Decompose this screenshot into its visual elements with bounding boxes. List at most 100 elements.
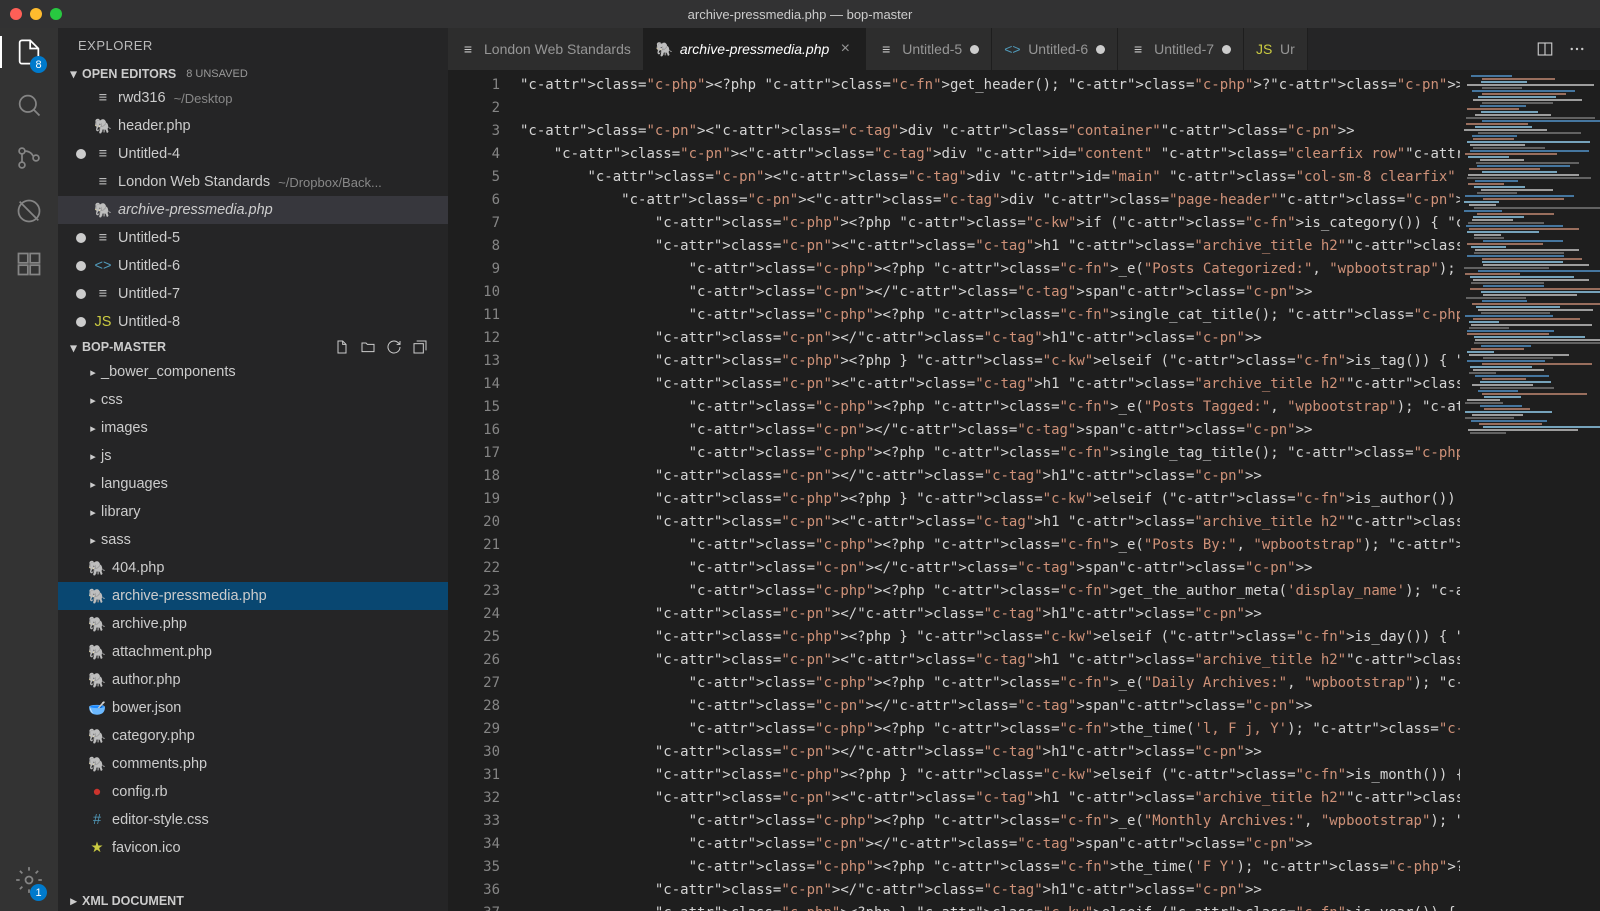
activity-bar: 8 1 [0, 28, 58, 911]
folder-item[interactable]: ▸js [58, 442, 448, 470]
folder-item[interactable]: ▸sass [58, 526, 448, 554]
file-type-icon: ≡ [94, 230, 112, 246]
file-item[interactable]: ●config.rb [58, 778, 448, 806]
settings-gear-icon[interactable]: 1 [15, 866, 43, 897]
search-view-icon[interactable] [15, 91, 43, 122]
editor-body[interactable]: 1234567891011121314151617181920212223242… [448, 70, 1600, 911]
file-type-icon: 🐘 [94, 118, 112, 135]
folder-label: _bower_components [101, 364, 236, 380]
folder-item[interactable]: ▸languages [58, 470, 448, 498]
editor-tab[interactable]: ≡ Untitled-5 [866, 28, 992, 70]
open-editor-item[interactable]: 🐘 archive-pressmedia.php [58, 196, 448, 224]
open-editor-item[interactable]: <> Untitled-6 [58, 252, 448, 280]
file-item[interactable]: 🐘archive.php [58, 610, 448, 638]
tab-label: London Web Standards [484, 41, 631, 57]
file-path: ~/Desktop [174, 91, 233, 106]
folder-label: js [101, 448, 111, 464]
file-type-icon: 🐘 [94, 202, 112, 219]
modified-indicator [1222, 45, 1231, 54]
collapse-all-icon[interactable] [412, 339, 428, 355]
chevron-right-icon: ▸ [88, 534, 98, 547]
open-editor-item[interactable]: ≡ rwd316 ~/Desktop [58, 84, 448, 112]
modified-indicator [1096, 45, 1105, 54]
xml-document-header[interactable]: ▸ XML DOCUMENT [58, 890, 448, 911]
file-item[interactable]: #editor-style.css [58, 806, 448, 834]
close-icon[interactable]: × [837, 40, 853, 58]
workspace-name: BOP-MASTER [82, 340, 166, 354]
maximize-window[interactable] [50, 8, 62, 20]
editor-tab[interactable]: ≡ Untitled-7 [1118, 28, 1244, 70]
sidebar: EXPLORER ▾ OPEN EDITORS 8 UNSAVED ≡ rwd3… [58, 28, 448, 911]
chevron-right-icon: ▸ [88, 478, 98, 491]
folder-label: library [101, 504, 140, 520]
file-label: favicon.ico [112, 840, 181, 856]
open-editors-meta: 8 UNSAVED [186, 68, 248, 80]
open-editor-item[interactable]: ≡ Untitled-4 [58, 140, 448, 168]
open-editor-item[interactable]: ≡ London Web Standards ~/Dropbox/Back... [58, 168, 448, 196]
file-item[interactable]: 🐘 author.php [58, 666, 448, 694]
sidebar-title: EXPLORER [58, 28, 448, 63]
file-label: archive-pressmedia.php [112, 588, 267, 604]
folder-item[interactable]: ▸library [58, 498, 448, 526]
file-label: author.php [112, 672, 181, 688]
modified-indicator [970, 45, 979, 54]
minimap[interactable] [1460, 70, 1600, 911]
code-content[interactable]: "c-attr">class="c-php"><?php "c-attr">cl… [520, 70, 1460, 911]
modified-indicator [76, 149, 86, 159]
file-type-icon: 🐘 [88, 672, 106, 689]
folder-label: languages [101, 476, 168, 492]
explorer-view-icon[interactable]: 8 [15, 38, 43, 69]
refresh-icon[interactable] [386, 339, 402, 355]
file-type-icon: ≡ [94, 286, 112, 302]
new-file-icon[interactable] [334, 339, 350, 355]
editor-tab[interactable]: JS Ur [1244, 28, 1308, 70]
file-type-icon: 🐘 [88, 588, 106, 605]
debug-view-icon[interactable] [15, 197, 43, 228]
open-editor-item[interactable]: JS Untitled-8 [58, 308, 448, 336]
editor-tab[interactable]: ≡ London Web Standards [448, 28, 644, 70]
file-item[interactable]: 🥣bower.json [58, 694, 448, 722]
open-editor-item[interactable]: ≡ Untitled-5 [58, 224, 448, 252]
file-item[interactable]: 🐘404.php [58, 554, 448, 582]
close-window[interactable] [10, 8, 22, 20]
file-type-icon: ≡ [94, 90, 112, 106]
folder-label: css [101, 392, 123, 408]
file-label: Untitled-5 [118, 230, 180, 246]
file-item[interactable]: 🐘 attachment.php [58, 638, 448, 666]
window-title: archive-pressmedia.php — bop-master [688, 7, 913, 22]
open-editors-label: OPEN EDITORS [82, 67, 176, 81]
file-label: London Web Standards [118, 174, 270, 190]
split-editor-icon[interactable] [1536, 40, 1554, 58]
file-label: bower.json [112, 700, 181, 716]
file-type-icon: 🐘 [88, 560, 106, 577]
minimize-window[interactable] [30, 8, 42, 20]
workspace-header[interactable]: ▾ BOP-MASTER [58, 336, 448, 358]
folder-item[interactable]: ▸css [58, 386, 448, 414]
file-type-icon: ≡ [1130, 41, 1146, 57]
file-item[interactable]: 🐘 archive-pressmedia.php [58, 582, 448, 610]
scm-view-icon[interactable] [15, 144, 43, 175]
file-item[interactable]: 🐘comments.php [58, 750, 448, 778]
tab-label: Untitled-6 [1028, 41, 1088, 57]
open-editors-header[interactable]: ▾ OPEN EDITORS 8 UNSAVED [58, 63, 448, 84]
file-type-icon: 🐘 [88, 644, 106, 661]
folder-item[interactable]: ▸_bower_components [58, 358, 448, 386]
new-folder-icon[interactable] [360, 339, 376, 355]
chevron-right-icon: ▸ [88, 422, 98, 435]
open-editor-item[interactable]: 🐘 header.php [58, 112, 448, 140]
more-actions-icon[interactable] [1568, 40, 1586, 58]
file-path: ~/Dropbox/Back... [278, 175, 382, 190]
folder-item[interactable]: ▸images [58, 414, 448, 442]
editor-tab[interactable]: 🐘 archive-pressmedia.php × [644, 28, 866, 70]
extensions-view-icon[interactable] [15, 250, 43, 281]
file-type-icon: ≡ [460, 41, 476, 57]
file-type-icon: # [88, 812, 106, 828]
editor-tab[interactable]: <> Untitled-6 [992, 28, 1118, 70]
open-editor-item[interactable]: ≡ Untitled-7 [58, 280, 448, 308]
file-item[interactable]: ★favicon.ico [58, 834, 448, 862]
tab-label: Untitled-7 [1154, 41, 1214, 57]
file-type-icon: 🐘 [88, 728, 106, 745]
file-item[interactable]: 🐘category.php [58, 722, 448, 750]
file-label: attachment.php [112, 644, 212, 660]
file-type-icon: ≡ [94, 146, 112, 162]
